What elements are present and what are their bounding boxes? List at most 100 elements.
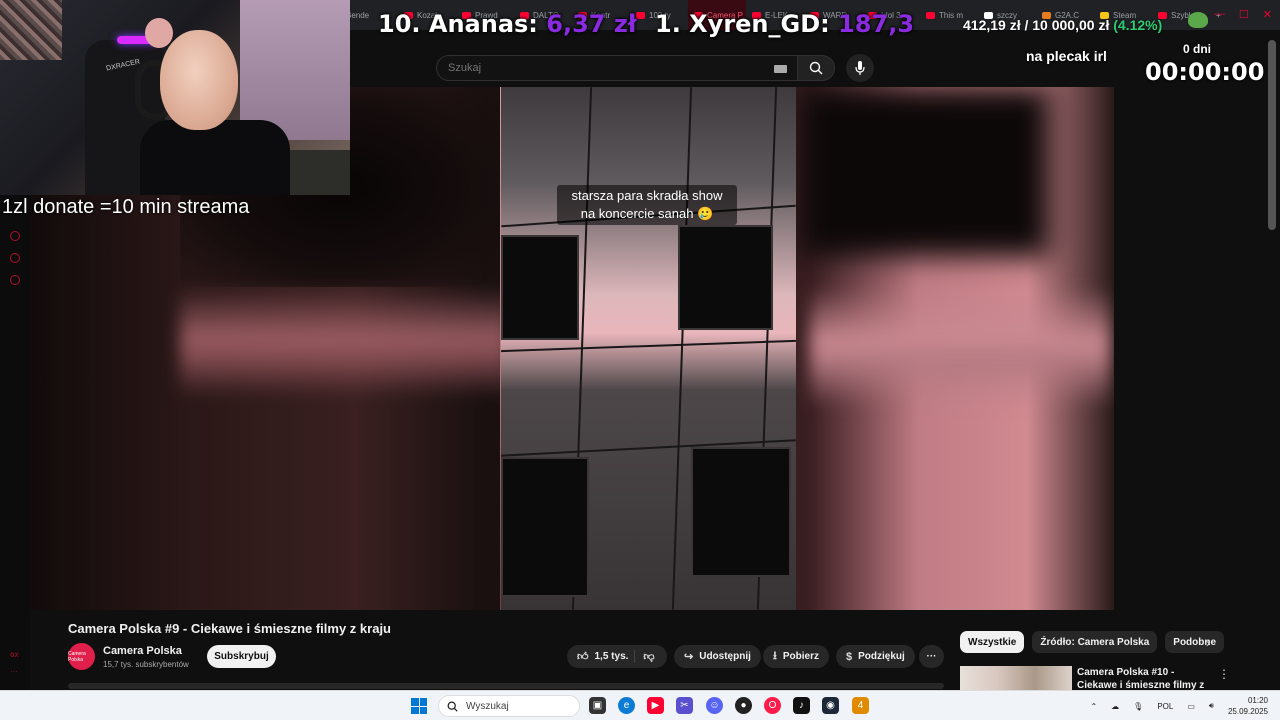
share-icon: ↪ — [684, 651, 694, 663]
settings-icon[interactable] — [10, 275, 20, 285]
goal-amount: 412,19 zł / 10 000,00 zł — [963, 17, 1110, 33]
keyboard-icon[interactable] — [774, 65, 787, 73]
like-count: 1,5 tys. — [594, 651, 629, 662]
recommended-title[interactable]: Camera Polska #10 - Ciekawe i śmieszne f… — [1077, 666, 1209, 690]
onedrive-icon[interactable]: ☁ — [1111, 702, 1119, 711]
video-frame — [501, 87, 796, 610]
share-label: Udostępnij — [699, 651, 751, 662]
wall-poster — [0, 0, 62, 60]
video-blur-dark-right — [800, 87, 1050, 257]
search-icon — [809, 61, 823, 75]
channel-name[interactable]: Camera Polska — [103, 645, 182, 657]
chip-source[interactable]: Źródło: Camera Polska — [1032, 631, 1158, 653]
tiktok-icon[interactable]: ♪ — [793, 697, 810, 714]
caption-line-2: na koncercie sanah 🥲 — [580, 206, 714, 221]
obs-icon[interactable]: ● — [735, 697, 752, 714]
subscribe-button[interactable]: Subskrybuj — [207, 645, 276, 668]
search-icon — [447, 701, 458, 712]
recommended-thumbnail[interactable] — [960, 666, 1072, 690]
microphone-icon — [855, 61, 865, 75]
chip-similar[interactable]: Podobne — [1165, 631, 1225, 653]
volume-icon[interactable]: 🔊︎ — [1209, 701, 1214, 711]
steam-icon[interactable]: ◉ — [822, 697, 839, 714]
donate-info: 1zl donate =10 min streama — [2, 196, 250, 218]
goal-percent: (4.12%) — [1113, 17, 1163, 33]
clock[interactable]: 01:20 25.09.2025 — [1228, 695, 1268, 717]
like-button[interactable]: 👍︎ 1,5 tys. — [577, 650, 628, 663]
channel-avatar[interactable]: Camera Polska — [68, 643, 95, 670]
video-title: Camera Polska #9 - Ciekawe i śmieszne fi… — [68, 621, 391, 636]
microphone-icon[interactable]: 🎙︎ — [1133, 702, 1143, 711]
streamer-body — [140, 120, 290, 195]
donation-goal: 412,19 zł / 10 000,00 zł (4.12%) — [963, 17, 1162, 33]
language-indicator[interactable]: POL — [1157, 702, 1173, 711]
recommended-menu-icon[interactable]: ⋮ — [1218, 667, 1230, 681]
taskbar-search-placeholder: Wyszukaj — [466, 700, 509, 712]
extension-icon[interactable]: ox — [10, 650, 18, 659]
left-icon-bar: ox ··· — [0, 195, 30, 690]
voice-search-button[interactable] — [846, 54, 874, 82]
pepe-emote-icon — [1188, 12, 1208, 28]
stream-timer: 00:00:00 — [1145, 58, 1265, 86]
more-actions-icon: ··· — [926, 651, 937, 662]
chip-all[interactable]: Wszystkie — [960, 631, 1025, 653]
system-tray: ⌃ ☁ 🎙︎ POL ▭ 🔊︎ 01:20 25.09.2025 — [1090, 691, 1280, 720]
recommendation-chips: Wszystkie Źródło: Camera Polska Podobne — [960, 631, 1225, 653]
minimize-icon[interactable]: — — [1214, 8, 1225, 21]
clock-time: 01:20 — [1247, 696, 1268, 705]
webcam-feed: DXRACER — [0, 0, 350, 195]
download-icon: ⭳ — [773, 650, 777, 662]
discord-icon[interactable]: ☺ — [706, 697, 723, 714]
share-button[interactable]: ↪ Udostępnij — [674, 645, 761, 668]
tray-chevron-icon[interactable]: ⌃ — [1090, 702, 1097, 711]
donor-rank-1: 1. Xyren_GD: 187,3 — [655, 10, 914, 38]
app-4-icon[interactable]: 4 — [852, 697, 869, 714]
thanks-button[interactable]: $ Podziękuj — [836, 645, 915, 668]
download-button[interactable]: ⭳ Pobierz — [763, 645, 829, 668]
bookmark-icon[interactable] — [10, 253, 20, 263]
snipping-tool-icon[interactable]: ✂ — [676, 697, 693, 714]
video-blur-pink-left — [180, 287, 510, 397]
like-dislike-group: 👍︎ 1,5 tys. 👎︎ — [567, 645, 667, 668]
search-input[interactable] — [448, 62, 748, 74]
network-icon[interactable]: ▭ — [1187, 702, 1195, 711]
goal-label: na plecak irl — [1026, 48, 1107, 64]
description-box[interactable] — [68, 683, 944, 689]
subscriber-count: 15,7 tys. subskrybentów — [103, 660, 189, 669]
thanks-label: Podziękuj — [858, 651, 905, 662]
clock-date: 25.09.2025 — [1227, 707, 1268, 716]
edge-icon[interactable]: e — [618, 697, 635, 714]
maximize-icon[interactable]: ☐ — [1239, 8, 1249, 21]
screen: starsza para skradła show na koncercie s… — [0, 0, 1280, 720]
more-actions-button[interactable]: ··· — [919, 645, 944, 668]
close-icon[interactable]: ✕ — [1263, 8, 1272, 21]
history-icon[interactable] — [10, 231, 20, 241]
taskbar-search[interactable]: Wyszukaj — [438, 695, 580, 717]
opera-gx-icon[interactable]: O — [764, 697, 781, 714]
thumbs-down-icon: 👎︎ — [643, 651, 655, 663]
window-controls: — ☐ ✕ — [1214, 8, 1272, 21]
streamer-head — [160, 30, 238, 130]
search-button[interactable] — [797, 55, 835, 81]
video-caption: starsza para skradła show na koncercie s… — [557, 185, 737, 225]
wall-curtain — [240, 0, 350, 140]
avatar-text: Camera Polska — [68, 650, 86, 663]
browser-tab-label: This m — [939, 10, 963, 20]
caption-line-1: starsza para skradła show — [571, 188, 723, 203]
donor-1-amount: 187,3 — [838, 10, 915, 38]
youtube-icon[interactable]: ▶ — [647, 697, 664, 714]
page-scrollbar[interactable] — [1268, 40, 1276, 230]
plush-bear — [145, 18, 173, 48]
download-label: Pobierz — [782, 651, 819, 662]
dislike-button[interactable]: 👎︎ — [634, 650, 655, 663]
donor-rank-10: 10. Ananas: 6,37 zł — [378, 10, 637, 38]
video-blur-pink-right — [810, 287, 1110, 407]
more-icon[interactable]: ··· — [10, 667, 18, 676]
windows-start-icon[interactable] — [411, 698, 427, 714]
donor-10-name: 10. Ananas: — [378, 10, 538, 38]
windows-taskbar: Wyszukaj ▣ e ▶ ✂ ☺ ● O ♪ ◉ 4 ⌃ ☁ 🎙︎ POL … — [0, 690, 1280, 720]
search-box[interactable] — [436, 55, 798, 81]
chevron-right-icon[interactable]: › — [1206, 636, 1210, 650]
thumbs-up-icon: 👍︎ — [577, 651, 589, 663]
task-view-icon[interactable]: ▣ — [589, 697, 606, 714]
